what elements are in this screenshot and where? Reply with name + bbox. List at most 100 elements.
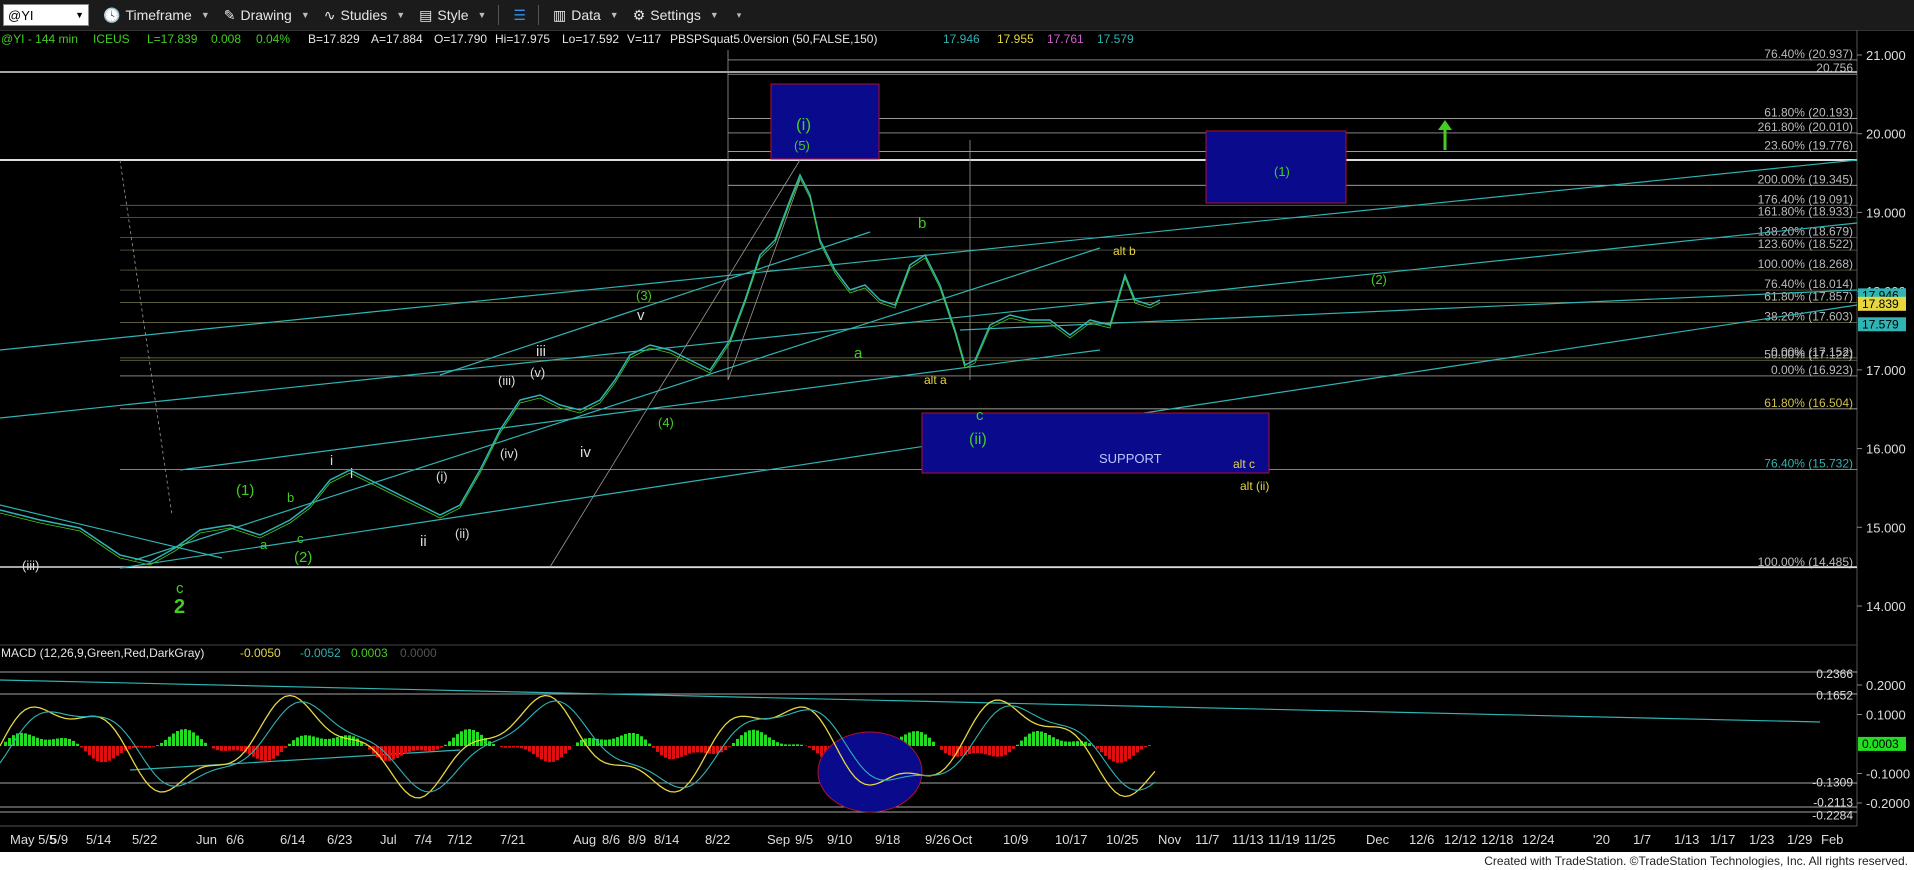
histogram-bar (1076, 741, 1079, 746)
histogram-bar (996, 746, 999, 757)
histogram-bar (1136, 746, 1139, 753)
histogram-bar (640, 736, 643, 746)
date-tick-label: Aug (573, 832, 596, 847)
histogram-bar (1144, 746, 1147, 748)
histogram-bar (548, 746, 551, 763)
histogram-bar (8, 738, 11, 746)
histogram-bar (796, 744, 799, 746)
date-tick-label: 9/26 (925, 832, 950, 847)
histogram-bar (108, 746, 111, 761)
histogram-bar (196, 735, 199, 746)
histogram-bar (492, 743, 495, 746)
fib-label: 123.60% (18.522) (1758, 237, 1853, 251)
histogram-bar (692, 746, 695, 753)
date-tick-label: 1/29 (1787, 832, 1812, 847)
histogram-bar (300, 735, 303, 746)
chart-canvas[interactable]: @YI - 144 min ICEUS L=17.839 0.008 0.04%… (0, 0, 1914, 852)
macd-badge: -0.2113 (1813, 795, 1853, 809)
wave-label: (5) (794, 138, 810, 153)
histogram-bar (312, 736, 315, 746)
wave-label: (i) (436, 469, 448, 484)
date-tick-label: Oct (952, 832, 973, 847)
wave-label: c (297, 531, 304, 546)
date-tick-label: Jun (196, 832, 217, 847)
histogram-bar (92, 746, 95, 759)
histogram-bar (1060, 740, 1063, 746)
wave-label: 2 (174, 596, 185, 618)
header-volume: V=117 (627, 32, 661, 46)
header-high: Hi=17.975 (495, 32, 550, 46)
histogram-bar (652, 746, 655, 748)
histogram-bar (1044, 732, 1047, 746)
histogram-bar (660, 746, 663, 756)
histogram-bar (172, 733, 175, 746)
histogram-bar (132, 746, 135, 748)
fib-label: 261.80% (20.010) (1758, 120, 1853, 134)
histogram-bar (148, 746, 151, 748)
header-study: PBSPSquat5.0version (50,FALSE,150) (670, 32, 877, 46)
histogram-bar (116, 746, 119, 756)
histogram-bar (156, 745, 159, 746)
histogram-bar (332, 738, 335, 746)
date-tick-label: 1/7 (1633, 832, 1651, 847)
macd-badge: 0.1652 (1816, 688, 1853, 702)
histogram-bar (320, 738, 323, 746)
header-open: O=17.790 (434, 32, 487, 46)
histogram-bar (220, 746, 223, 751)
date-tick-label: 1/23 (1749, 832, 1774, 847)
fib-label: 61.80% (17.857) (1764, 289, 1853, 303)
histogram-bar (512, 746, 515, 748)
fib-label: 200.00% (19.345) (1758, 172, 1853, 186)
wave-label: (3) (636, 288, 652, 303)
histogram-bar (504, 746, 507, 748)
histogram-bar (344, 735, 347, 746)
macd-badge: 0.0003 (1862, 737, 1899, 751)
histogram-bar (336, 737, 339, 746)
histogram-bar (88, 746, 91, 756)
histogram-bar (76, 743, 79, 746)
histogram-bar (48, 739, 51, 746)
wave-label: i (330, 452, 333, 468)
date-tick-label: 6/6 (226, 832, 244, 847)
date-tick-label: 10/9 (1003, 832, 1028, 847)
histogram-bar (684, 746, 687, 756)
fib-label: 50.00% (17.122) (1764, 347, 1853, 361)
histogram-bar (1000, 746, 1003, 757)
horizontal-lines (0, 71, 1857, 568)
histogram-bar (1064, 741, 1067, 746)
histogram-bar (464, 729, 467, 746)
macd-header: MACD (12,26,9,Green,Red,DarkGray) -0.005… (1, 646, 437, 660)
histogram-bar (508, 746, 511, 748)
histogram-bar (532, 746, 535, 755)
wave-label: iv (580, 444, 591, 461)
histogram-bar (68, 739, 71, 746)
header-last: L=17.839 (147, 32, 198, 46)
wave-label: (ii) (455, 526, 469, 541)
macd-tick-label: -0.2000 (1866, 796, 1910, 811)
histogram-bar (100, 746, 103, 763)
histogram-bar (560, 746, 563, 758)
histogram-bar (140, 746, 143, 748)
histogram-bar (348, 735, 351, 746)
histogram-bar (1132, 746, 1135, 756)
histogram-bar (192, 732, 195, 746)
histogram-bar (168, 736, 171, 746)
header-study-val: 17.946 (943, 32, 980, 46)
histogram-bar (180, 729, 183, 746)
wave-label: a (854, 345, 863, 362)
histogram-bar (960, 746, 963, 757)
histogram-bar (1016, 744, 1019, 746)
date-tick-label: 1/13 (1674, 832, 1699, 847)
date-tick-label: 11/19 (1268, 832, 1300, 847)
wave-label: b (287, 490, 294, 505)
histogram-bar (1032, 731, 1035, 746)
date-tick-label: 12/12 (1444, 832, 1477, 847)
histogram-bar (760, 732, 763, 746)
histogram-bar (40, 738, 43, 746)
histogram-bar (176, 730, 179, 746)
histogram-bar (564, 746, 567, 754)
header-pct: 0.04% (256, 32, 290, 46)
histogram-bar (740, 735, 743, 746)
wave-label: (i) (796, 115, 811, 134)
histogram-bar (792, 744, 795, 746)
